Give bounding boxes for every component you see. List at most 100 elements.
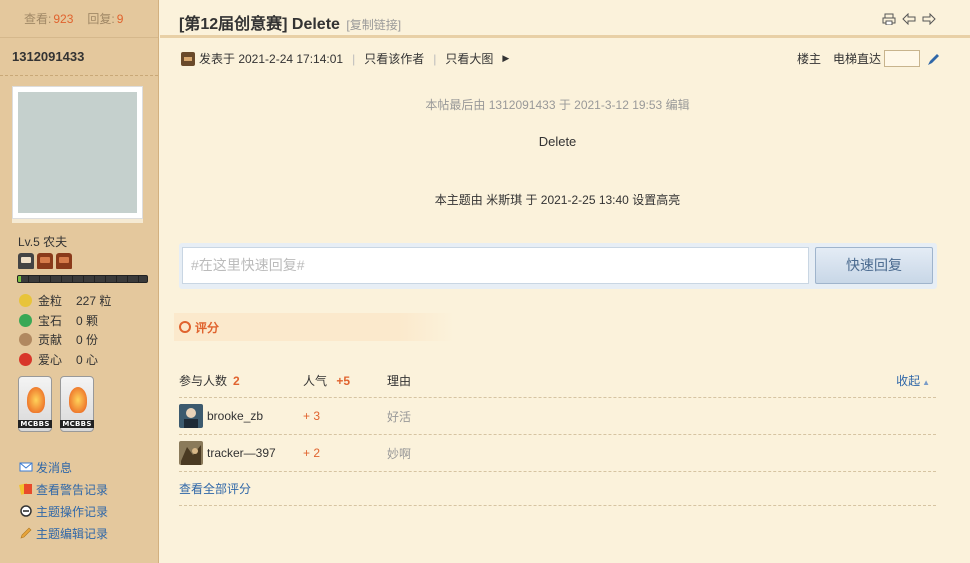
author-sidebar: 查看: 923 回复: 9 1312091433 Lv.5 农夫 金粒 227 … (0, 0, 159, 563)
medal-badge[interactable]: MCBBS (60, 376, 94, 432)
medal-label: MCBBS (60, 420, 94, 428)
rating-score: + 3 (303, 409, 321, 423)
avatar[interactable] (12, 86, 143, 219)
minus-circle-icon (20, 505, 32, 517)
replies-count: 9 (116, 11, 124, 26)
stat-heart: 爱心 0 心 (19, 350, 111, 370)
mail-icon (19, 462, 33, 472)
title-tools (882, 13, 936, 25)
medal-label: MCBBS (18, 420, 52, 428)
level-badge-icon (18, 253, 34, 269)
stat-gem: 宝石 0 颗 (19, 311, 111, 331)
rating-reason: 好活 (387, 409, 412, 424)
edit-record-link[interactable]: 主题编辑记录 (19, 522, 108, 544)
quick-reply-input[interactable]: #在这里快速回复# (182, 247, 809, 284)
collapse-label: 收起 (896, 374, 921, 388)
gold-icon (19, 294, 32, 308)
rating-reason: 妙啊 (387, 446, 412, 461)
title-bar: [第12届创意赛] Delete [复制链接] (160, 0, 970, 38)
collapse-ratings[interactable]: 收起 ▲ (886, 372, 936, 389)
stat-label: 宝石 (38, 313, 63, 328)
replies-label: 回复: (87, 12, 115, 26)
level-badge-icon (56, 253, 72, 269)
link-label: 查看警告记录 (36, 482, 109, 497)
link-label: 主题编辑记录 (36, 526, 109, 541)
author-username[interactable]: 1312091433 (0, 38, 158, 76)
stat-value: 0 颗 (76, 313, 99, 328)
medal-badge[interactable]: MCBBS (18, 376, 52, 432)
lantern-icon (69, 387, 87, 413)
reason-label: 理由 (387, 374, 412, 388)
contribution-icon (19, 333, 32, 347)
stat-value: 0 份 (76, 333, 99, 348)
rater-name[interactable]: brooke_zb (207, 409, 263, 423)
user-level: Lv.5 农夫 (18, 235, 68, 249)
play-triangle-icon[interactable]: ▶ (502, 53, 509, 64)
post-date: 发表于 2021-2-24 17:14:01 (199, 52, 344, 66)
stat-label: 爱心 (38, 352, 63, 367)
rating-score: + 2 (303, 446, 321, 460)
level-icons (18, 253, 72, 269)
caret-up-icon: ▲ (922, 378, 930, 387)
only-author-link[interactable]: 只看该作者 (364, 50, 424, 67)
quick-reply-button[interactable]: 快速回复 (815, 247, 933, 284)
lantern-icon (27, 387, 45, 413)
print-icon[interactable] (882, 13, 896, 25)
post-content: Delete (538, 134, 577, 149)
floor-label: 楼主 (796, 52, 821, 66)
operation-record-link[interactable]: 主题操作记录 (19, 500, 108, 522)
views-count: 923 (53, 11, 74, 26)
goto-floor-input[interactable] (884, 50, 920, 67)
warning-record-link[interactable]: 查看警告记录 (19, 478, 108, 500)
goto-floor-label: 电梯直达 (832, 52, 881, 66)
quick-reply: #在这里快速回复# 快速回复 (179, 243, 937, 289)
link-label: 发消息 (36, 460, 73, 475)
rater-name[interactable]: tracker—397 (207, 446, 276, 460)
rating-row: brooke_zb + 3 好活 (179, 398, 936, 435)
rating-circle-icon (179, 321, 191, 333)
link-label: 主题操作记录 (36, 504, 109, 519)
popularity-total: +5 (336, 374, 351, 388)
rating-row: tracker—397 + 2 妙啊 (179, 435, 936, 472)
views-label: 查看: (24, 12, 52, 26)
warning-card-icon (19, 483, 32, 495)
send-message-link[interactable]: 发消息 (19, 456, 108, 478)
popularity-label: 人气 (303, 374, 328, 388)
author-actions: 发消息 查看警告记录 主题操作记录 主题编辑记录 (19, 456, 108, 544)
view-all-ratings-link[interactable]: 查看全部评分 (179, 480, 251, 497)
gem-icon (19, 313, 32, 327)
highlight-note: 本主题由 米斯琪 于 2021-2-25 13:40 设置高亮 (434, 193, 681, 207)
stat-contribution: 贡献 0 份 (19, 330, 111, 350)
user-avatar[interactable] (179, 441, 203, 465)
pencil-icon (20, 527, 32, 539)
edited-note: 本帖最后由 1312091433 于 2021-3-12 19:53 编辑 (425, 98, 690, 112)
stat-gold: 金粒 227 粒 (19, 291, 111, 311)
participants-label: 参与人数 (179, 374, 228, 388)
participants-count: 2 (233, 373, 240, 388)
stat-value: 0 心 (76, 352, 99, 367)
rating-footer: 查看全部评分 (179, 472, 936, 506)
next-thread-icon[interactable] (922, 13, 936, 25)
copy-link[interactable]: [复制链接] (346, 18, 401, 32)
rating-header: 评分 (174, 313, 454, 341)
previous-thread-icon[interactable] (902, 13, 916, 25)
heart-icon (19, 352, 32, 366)
user-avatar-icon (181, 51, 195, 66)
rating-table: 参与人数 2 人气 +5 理由 收起 ▲ brooke_zb + 3 好活 tr… (179, 364, 936, 506)
post-main: [第12届创意赛] Delete [复制链接] 发表于 2021-2-24 17… (160, 0, 970, 563)
post-meta: 发表于 2021-2-24 17:14:01 | 只看该作者 | 只看大图 ▶ (181, 50, 509, 67)
level-badge-icon (37, 253, 53, 269)
stat-label: 贡献 (38, 333, 63, 348)
goto-arrow-icon[interactable] (926, 52, 940, 66)
user-stats: 金粒 227 粒 宝石 0 颗 贡献 0 份 爱心 0 心 (19, 291, 111, 369)
stat-label: 金粒 (38, 294, 63, 309)
medals: MCBBS MCBBS (18, 376, 94, 432)
thread-title: [第12届创意赛] Delete [复制链接] (179, 10, 401, 34)
floor-nav: 楼主 电梯直达 (797, 50, 940, 67)
thread-title-text: [第12届创意赛] Delete (179, 16, 340, 33)
experience-bar (17, 275, 148, 283)
big-image-link[interactable]: 只看大图 (445, 50, 493, 67)
stat-value: 227 粒 (76, 294, 112, 309)
thread-stats: 查看: 923 回复: 9 (0, 0, 158, 38)
user-avatar[interactable] (179, 404, 203, 428)
